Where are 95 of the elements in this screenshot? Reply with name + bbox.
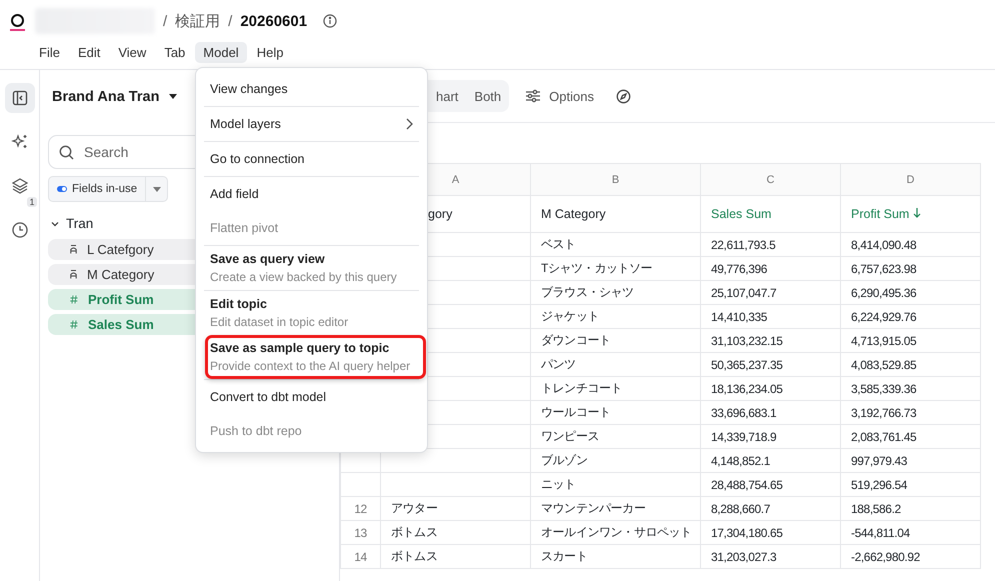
menu-bar-item[interactable]: Tab <box>156 42 194 63</box>
table-cell: ブルゾン <box>541 453 588 467</box>
menu-bar-item[interactable]: Model <box>195 42 247 63</box>
column-header[interactable]: M Category <box>530 196 700 232</box>
table-cell: 4,083,529.85 <box>851 358 916 372</box>
table-cell: ベスト <box>541 237 576 251</box>
count-badge: 1 <box>27 197 36 207</box>
table-cell: ジャケット <box>541 309 600 323</box>
table-cell: 28,488,754.65 <box>711 478 783 492</box>
table-cell: トレンチコート <box>541 381 622 395</box>
table-cell: 33,696,683.1 <box>711 406 776 420</box>
column-letter: A <box>452 174 460 186</box>
table-cell: ニット <box>541 477 576 491</box>
table-cell: ボトムス <box>391 549 438 563</box>
table-cell: パンツ <box>541 357 576 371</box>
table-cell: 17,304,180.65 <box>711 526 783 540</box>
number-type-icon <box>70 320 78 329</box>
menu-bar-item[interactable]: Help <box>248 42 292 63</box>
dataset-title: Brand Ana Tran <box>52 88 160 104</box>
menu-item[interactable]: View changes <box>196 72 427 106</box>
table-cell: ブラウス・シャツ <box>541 285 634 299</box>
text-type-icon <box>70 270 77 279</box>
table-cell: 25,107,047.7 <box>711 286 776 300</box>
menu-bar-item[interactable]: Edit <box>70 42 108 63</box>
menu-item-label: Edit topic <box>210 297 267 311</box>
table-cell: 18,136,234.05 <box>711 382 783 396</box>
table-cell: -2,662,980.92 <box>851 550 920 564</box>
column-letter: C <box>766 174 774 186</box>
table-cell: マウンテンパーカー <box>541 501 646 515</box>
table-cell: 14,339,718.9 <box>711 430 776 444</box>
search-icon <box>59 144 74 160</box>
view-tab[interactable]: Both <box>466 82 510 110</box>
table-cell: 31,203,027.3 <box>711 550 776 564</box>
table-cell: -544,811.04 <box>851 526 910 540</box>
view-tab[interactable]: hart <box>428 82 466 110</box>
menu-bar-item[interactable]: View <box>110 42 154 63</box>
chevron-down-icon[interactable] <box>51 220 59 226</box>
sparkle-icon <box>10 133 28 151</box>
sliders-icon <box>525 89 542 103</box>
menu-bar-item[interactable]: File <box>31 42 68 63</box>
info-icon[interactable] <box>323 14 338 28</box>
row-number: 13 <box>354 526 367 540</box>
table-cell: 3,192,766.73 <box>851 406 916 420</box>
text-type-icon <box>70 245 77 254</box>
table-cell: 49,776,396 <box>711 262 768 276</box>
table-cell: 50,365,237.35 <box>711 358 783 372</box>
table-cell: スカート <box>541 549 588 563</box>
table-cell: 3,585,339.36 <box>851 382 916 396</box>
options-button[interactable]: Options <box>519 82 600 110</box>
column-header[interactable]: Profit Sum <box>840 196 980 232</box>
table-cell: 6,757,623.98 <box>851 262 916 276</box>
table-cell: 8,288,660.7 <box>711 502 770 516</box>
column-letter: B <box>612 174 620 186</box>
logo-icon[interactable] <box>10 12 25 30</box>
table-cell: ボトムス <box>391 525 438 539</box>
group-label[interactable]: Tran <box>66 216 94 231</box>
table-cell: 4,148,852.1 <box>711 454 770 468</box>
menu-item-description: Provide context to the AI query helper <box>210 359 410 373</box>
table-cell: 2,083,761.45 <box>851 430 916 444</box>
breadcrumb-item[interactable]: 20260601 <box>240 12 308 30</box>
menu-item-label: Model layers <box>210 117 281 131</box>
number-type-icon <box>70 295 78 304</box>
row-number: 14 <box>354 550 367 564</box>
table-cell: ワンピース <box>541 429 600 443</box>
breadcrumb-separator: / <box>163 12 168 30</box>
table-cell: 188,586.2 <box>851 502 901 516</box>
row-number: 12 <box>354 502 367 516</box>
table-cell: 997,979.43 <box>851 454 908 468</box>
table-cell: Tシャツ・カットソー <box>541 261 652 275</box>
rail-button[interactable] <box>4 83 34 113</box>
column-header[interactable]: Sales Sum <box>700 196 840 232</box>
clock-icon <box>10 221 28 239</box>
menu-item-label: Save as sample query to topic <box>210 341 390 355</box>
breadcrumb-separator: / <box>228 12 232 30</box>
chevron-right-icon <box>405 118 413 130</box>
table-cell: 519,296.54 <box>851 478 908 492</box>
table-cell: 14,410,335 <box>711 310 768 324</box>
table-cell: ダウンコート <box>541 333 611 347</box>
table-cell: アウター <box>391 501 438 515</box>
table-cell: ウールコート <box>541 405 611 419</box>
table-cell: 31,103,232.15 <box>711 334 783 348</box>
layers-icon <box>10 177 28 195</box>
table-cell: オールインワン・サロペット <box>541 525 692 539</box>
column-letter: D <box>906 174 914 186</box>
table-cell: 22,611,793.5 <box>711 238 776 252</box>
table-cell: 6,224,929.76 <box>851 310 916 324</box>
caret-down-icon[interactable] <box>169 94 178 99</box>
breadcrumb-item[interactable]: 検証用 <box>175 12 220 30</box>
menu-item[interactable]: Convert to dbt model <box>196 380 427 414</box>
table-cell: 8,414,090.48 <box>851 238 916 252</box>
table-cell: 4,713,915.05 <box>851 334 916 348</box>
menu-item[interactable]: Save as sample query to topic Provide context to the AI query helper <box>205 335 426 379</box>
table-cell: 6,290,495.36 <box>851 286 916 300</box>
caret-down-icon <box>152 186 161 192</box>
sidebar-toggle-icon <box>12 90 28 106</box>
